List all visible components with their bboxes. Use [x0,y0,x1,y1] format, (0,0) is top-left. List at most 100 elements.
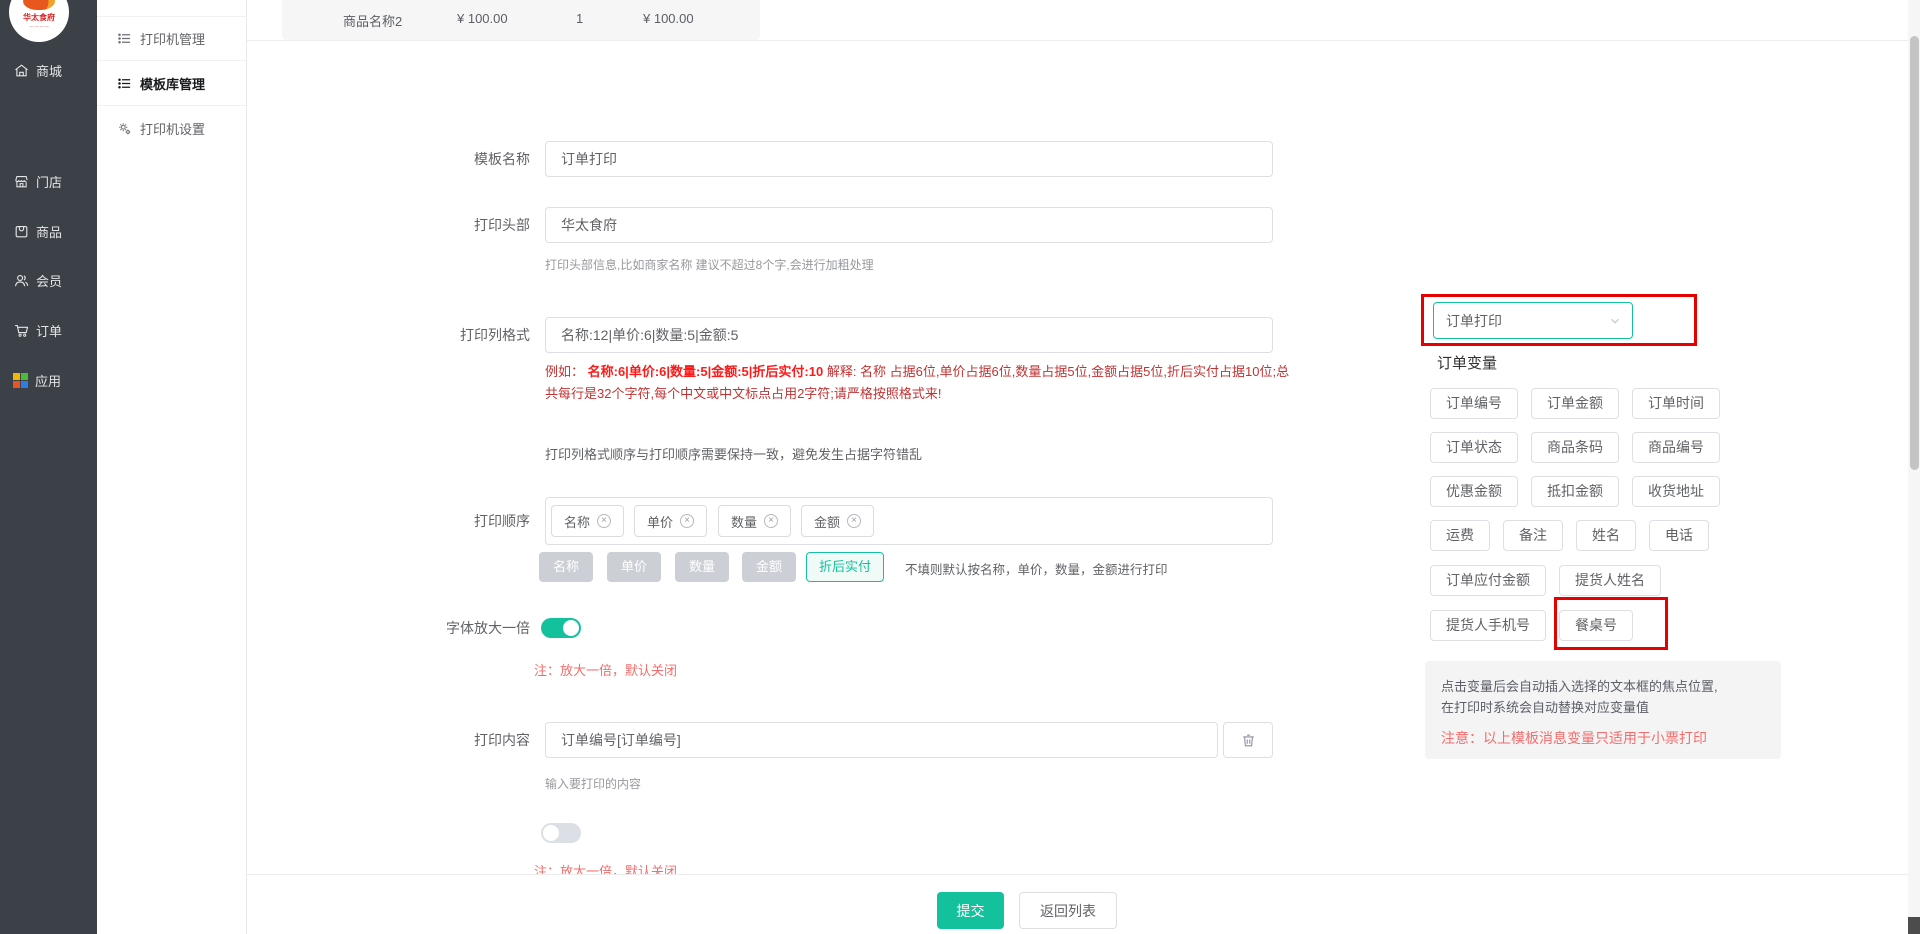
back-to-list-button[interactable]: 返回列表 [1019,892,1117,929]
print-content-label: 打印内容 [380,722,530,758]
example-format: 名称:6|单价:6|数量:5|金额:5|折后实付:10 [588,364,824,379]
template-name-value: 订单打印 [561,149,617,169]
sidebar-item-store[interactable]: 门店 [0,166,97,196]
tip-warning: 注意：以上模板消息变量只适用于小票打印 [1441,728,1765,748]
members-icon [13,272,30,289]
tip-line-1: 点击变量后会自动插入选择的文本框的焦点位置, [1441,676,1765,697]
print-content-value: 订单编号[订单编号] [561,730,681,750]
sidebar-item-label: 商品 [36,222,62,241]
variable-picker-mobile-button[interactable]: 提货人手机号 [1430,610,1546,641]
variable-row: 订单应付金额 提货人姓名 [1430,565,1661,596]
sidebar-item-label: 订单 [36,321,62,340]
order-chip-amount[interactable]: 金额× [801,505,874,537]
remove-chip-icon[interactable]: × [847,514,861,528]
variable-row: 订单编号 订单金额 订单时间 [1430,388,1720,419]
main-content: 商品名称2 ¥ 100.00 1 ¥ 100.00 模板名称 订单打印 打印头部… [247,0,1908,934]
variable-payable-amount-button[interactable]: 订单应付金额 [1430,565,1546,596]
sidebar-item-orders[interactable]: 订单 [0,315,97,345]
trash-icon [1240,732,1257,749]
sidebar-item-apps[interactable]: 应用 [0,365,97,395]
submenu-item-label: 模板库管理 [140,74,205,93]
variable-remark-button[interactable]: 备注 [1503,520,1563,551]
toggle-knob [563,620,579,636]
variable-shipping-address-button[interactable]: 收货地址 [1632,476,1720,507]
print-order-label: 打印顺序 [380,503,530,539]
sidebar-item-label: 门店 [36,172,62,191]
submenu-item-printer-management[interactable]: 打印机管理 [97,16,246,61]
print-header-label: 打印头部 [380,207,530,243]
submenu-item-template-library[interactable]: 模板库管理 [97,61,246,106]
font-zoom-note: 注：放大一倍，默认关闭 [534,660,677,679]
sidebar-item-goods[interactable]: 商品 [0,216,97,246]
brand-logo[interactable]: 华太食府 — — — — [9,0,69,42]
variable-discount-amount-button[interactable]: 优惠金额 [1430,476,1518,507]
print-content-input[interactable]: 订单编号[订单编号] [545,722,1218,758]
column-format-help: 打印列格式顺序与打印顺序需要保持一致，避免发生占据字符错乱 [545,444,922,463]
order-chip-name[interactable]: 名称 × [551,505,624,537]
remove-chip-icon[interactable]: × [764,514,778,528]
list-icon [117,76,132,91]
sidebar-item-mall[interactable]: 商城 [0,55,97,85]
add-field-price-button[interactable]: 单价 [607,552,661,582]
variable-product-no-button[interactable]: 商品编号 [1632,432,1720,463]
cell-product-name: 商品名称2 [343,11,402,30]
column-format-value: 名称:12|单价:6|数量:5|金额:5 [561,325,738,345]
printer-submenu: 打印机管理 模板库管理 打印机设置 [97,0,247,934]
submit-button[interactable]: 提交 [937,892,1004,929]
example-prefix: 例如： [545,364,588,379]
chip-label: 数量 [731,512,757,531]
column-format-input[interactable]: 名称:12|单价:6|数量:5|金额:5 [545,317,1273,353]
sidebar-item-label: 商城 [36,61,62,80]
order-chip-qty[interactable]: 数量 × [718,505,791,537]
variable-picker-name-button[interactable]: 提货人姓名 [1559,565,1661,596]
scrollbar-thumb[interactable] [1910,36,1919,470]
variable-order-status-button[interactable]: 订单状态 [1430,432,1518,463]
table-row: 商品名称2 ¥ 100.00 1 ¥ 100.00 [282,0,760,40]
submenu-item-label: 打印机管理 [140,29,205,48]
apps-icon [13,373,28,388]
remove-chip-icon[interactable]: × [680,514,694,528]
brand-logo-graphic [23,0,55,10]
variable-phone-button[interactable]: 电话 [1649,520,1709,551]
home-icon [13,62,30,79]
sidebar-item-members[interactable]: 会员 [0,265,97,295]
chip-label: 名称 [564,512,590,531]
list-icon [117,31,132,46]
add-field-amount-button[interactable]: 金额 [742,552,796,582]
variable-order-no-button[interactable]: 订单编号 [1430,388,1518,419]
brand-logo-text: 华太食府 [9,12,69,23]
column-format-label: 打印列格式 [380,317,530,353]
vertical-scrollbar[interactable] [1908,0,1920,934]
variable-freight-button[interactable]: 运费 [1430,520,1490,551]
font-zoom-label: 字体放大一倍 [380,610,530,646]
cell-quantity: 1 [576,11,583,26]
print-content-help: 输入要打印的内容 [545,775,641,792]
print-content-toggle[interactable] [541,823,581,843]
variable-row: 订单状态 商品条码 商品编号 [1430,432,1720,463]
variable-name-button[interactable]: 姓名 [1576,520,1636,551]
gear-icon [117,121,132,136]
variable-deduction-amount-button[interactable]: 抵扣金额 [1531,476,1619,507]
template-name-input[interactable]: 订单打印 [545,141,1273,177]
cell-total: ¥ 100.00 [643,11,694,26]
template-type-value: 订单打印 [1446,311,1502,331]
variable-order-amount-button[interactable]: 订单金额 [1531,388,1619,419]
print-header-input[interactable]: 华太食府 [545,207,1273,243]
variable-order-time-button[interactable]: 订单时间 [1632,388,1720,419]
order-chip-price[interactable]: 单价× [634,505,707,537]
delete-print-content-button[interactable] [1223,722,1273,758]
submenu-item-printer-settings[interactable]: 打印机设置 [97,106,246,151]
variable-table-no-button[interactable]: 餐桌号 [1559,610,1633,641]
add-field-name-button[interactable]: 名称 [539,552,593,582]
cart-icon [13,322,30,339]
add-field-qty-button[interactable]: 数量 [675,552,729,582]
print-order-help: 不填则默认按名称，单价，数量，金额进行打印 [905,559,1168,578]
remove-chip-icon[interactable]: × [597,514,611,528]
template-type-select[interactable]: 订单打印 [1433,302,1633,339]
add-field-discount-button[interactable]: 折后实付 [806,552,884,582]
variable-barcode-button[interactable]: 商品条码 [1531,432,1619,463]
font-zoom-toggle[interactable] [541,618,581,638]
variables-tip-box: 点击变量后会自动插入选择的文本框的焦点位置, 在打印时系统会自动替换对应变量值 … [1425,661,1781,759]
scrollbar-corner [1908,917,1920,934]
cell-unit-price: ¥ 100.00 [457,11,508,26]
